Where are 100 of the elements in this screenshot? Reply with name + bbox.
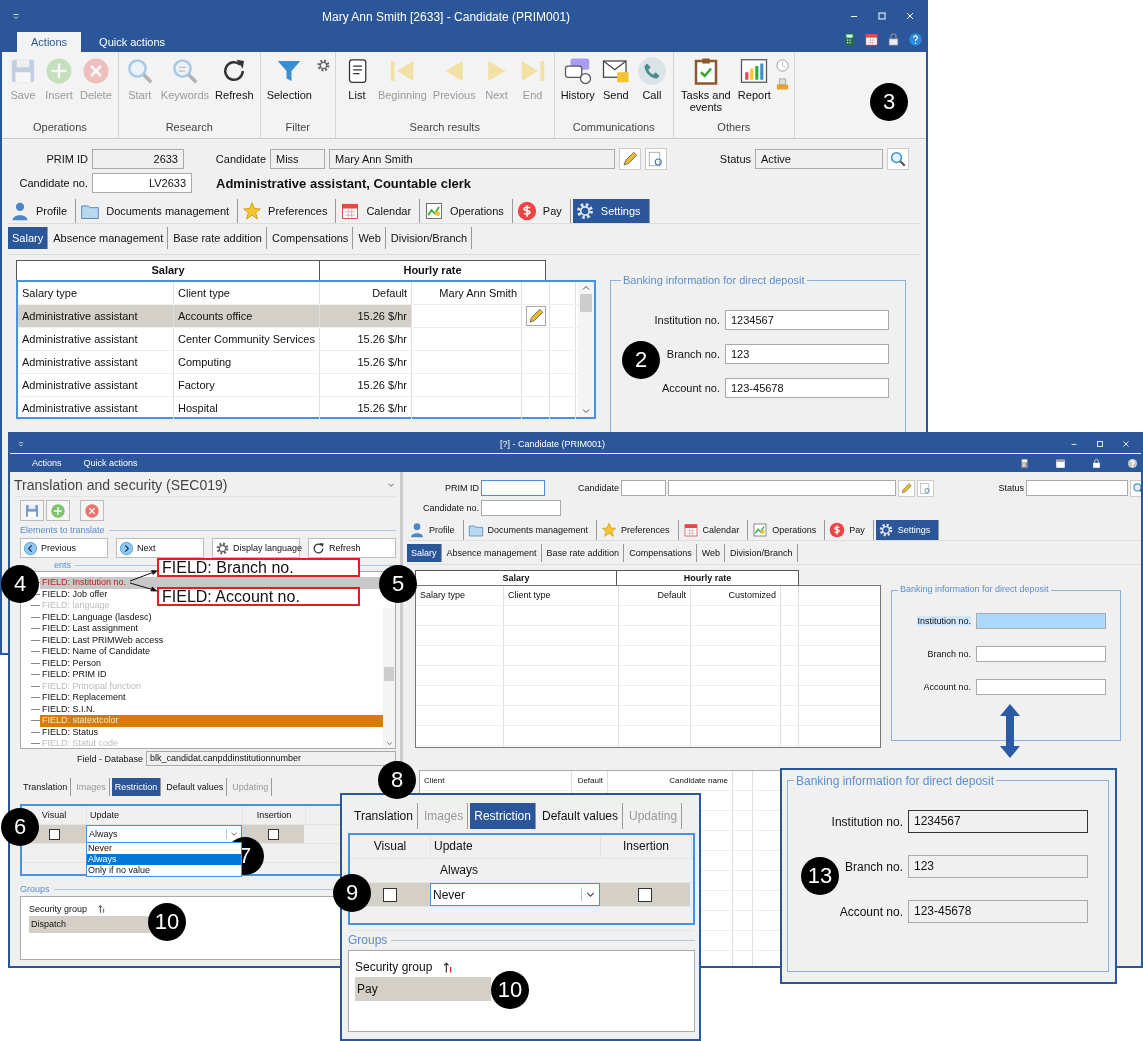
ribbon-button[interactable]: Send: [598, 56, 633, 118]
nav-button[interactable]: Next: [116, 538, 204, 558]
ribbon-button[interactable]: List: [339, 56, 374, 118]
tab[interactable]: Preferences: [240, 199, 337, 223]
ribbon-button[interactable]: Selection: [264, 56, 314, 118]
text-field[interactable]: [1026, 480, 1128, 496]
tree-item[interactable]: FIELD: Status: [40, 726, 101, 738]
tree-item[interactable]: FIELD: Job offer: [40, 588, 110, 600]
text-field[interactable]: 123-45678: [908, 900, 1088, 923]
settings-icon: [315, 58, 331, 73]
tab[interactable]: Web: [354, 227, 386, 249]
tab[interactable]: Documents management: [78, 199, 239, 223]
menu-item[interactable]: Quick actions: [83, 458, 138, 468]
tab[interactable]: Salary: [407, 544, 442, 562]
tree-item[interactable]: FIELD: Replacement: [40, 692, 128, 704]
scroll-thumb[interactable]: [580, 294, 592, 312]
scroll-thumb[interactable]: [384, 666, 394, 681]
text-field[interactable]: Mary Ann Smith: [329, 149, 615, 169]
checkbox[interactable]: [383, 887, 397, 902]
text-field[interactable]: LV2633: [92, 173, 192, 193]
tab[interactable]: Operations: [750, 520, 826, 540]
text-field[interactable]: [976, 679, 1106, 695]
text-field[interactable]: 123-45678: [725, 378, 889, 398]
tab[interactable]: Default values: [537, 803, 623, 829]
tab[interactable]: Web: [697, 544, 726, 562]
tree-item[interactable]: FIELD: Name of Candidate: [40, 646, 153, 658]
text-field[interactable]: 123: [908, 855, 1088, 878]
nav-button[interactable]: Previous: [20, 538, 108, 558]
tab[interactable]: Preferences: [599, 520, 679, 540]
text-field[interactable]: blk_candidat.canpddinstitutionnumber: [146, 751, 396, 766]
text-field[interactable]: [976, 646, 1106, 662]
ribbon-button[interactable]: History: [558, 56, 597, 118]
text-field[interactable]: Miss: [270, 149, 325, 169]
text-field[interactable]: 123: [725, 344, 889, 364]
tab[interactable]: Calendar: [338, 199, 421, 223]
tab[interactable]: Profile: [407, 520, 464, 540]
toolbar-button[interactable]: [46, 500, 70, 521]
ribbon-tab[interactable]: Quick actions: [85, 32, 180, 52]
text-field[interactable]: [668, 480, 896, 496]
text-field[interactable]: Active: [755, 149, 883, 169]
tab[interactable]: Calendar: [680, 520, 749, 540]
table-cell: Accounts office: [174, 305, 320, 327]
tab[interactable]: Pay: [514, 199, 571, 223]
tab[interactable]: Division/Branch: [726, 544, 798, 562]
tab[interactable]: Documents management: [465, 520, 598, 540]
tab[interactable]: Settings: [572, 199, 650, 223]
ribbon-button[interactable]: Call: [634, 56, 669, 118]
checkbox[interactable]: [267, 828, 279, 840]
dropdown[interactable]: Always: [86, 825, 242, 843]
checkbox[interactable]: [638, 887, 652, 902]
text-field[interactable]: 2633: [92, 149, 184, 169]
menu-item[interactable]: Actions: [32, 458, 62, 468]
text-field[interactable]: [481, 500, 561, 516]
text-field[interactable]: [976, 613, 1106, 629]
tab[interactable]: Translation: [20, 778, 72, 796]
tab[interactable]: Translation: [350, 803, 418, 829]
tree-item[interactable]: FIELD: Last assignment: [40, 623, 141, 635]
column-header: Default: [619, 586, 691, 605]
ribbon-tab[interactable]: Actions: [17, 32, 82, 52]
ribbon-button[interactable]: Tasks and events: [677, 56, 734, 118]
tree-item[interactable]: FIELD: S.I.N.: [40, 703, 97, 715]
ribbon-button[interactable]: Report: [735, 56, 773, 118]
scrollbar[interactable]: [383, 608, 395, 748]
tab[interactable]: Pay: [827, 520, 874, 540]
tree-item[interactable]: FIELD: Last PRIMWeb access: [40, 634, 166, 646]
tree-item[interactable]: FIELD: Person: [40, 657, 104, 669]
tab[interactable]: Salary: [8, 227, 49, 249]
text-field[interactable]: [621, 480, 666, 496]
table-cell: Computing: [174, 351, 320, 373]
dropdown-option[interactable]: Always: [87, 854, 241, 865]
scrollbar[interactable]: [578, 282, 594, 417]
toolbar-button[interactable]: [20, 500, 44, 521]
tab[interactable]: Base rate addition: [169, 227, 267, 249]
tab[interactable]: Restriction: [111, 778, 162, 796]
tab[interactable]: Settings: [875, 520, 940, 540]
tab[interactable]: Operations: [422, 199, 513, 223]
toolbar-button[interactable]: [80, 500, 104, 521]
table-cell[interactable]: Pay: [355, 977, 491, 1001]
table-cell[interactable]: Dispatch: [29, 916, 150, 933]
tab[interactable]: Absence management: [442, 544, 542, 562]
tab[interactable]: Profile: [8, 199, 77, 223]
text-field[interactable]: 1234567: [908, 810, 1088, 833]
tab[interactable]: Compensations: [267, 227, 354, 249]
tree-item[interactable]: FIELD: Institution no.: [40, 577, 383, 589]
tab[interactable]: Base rate addition: [542, 544, 625, 562]
tree-item[interactable]: FIELD: Language (lasdesc): [40, 611, 154, 623]
tab[interactable]: Default values: [163, 778, 228, 796]
text-field[interactable]: 1234567: [725, 310, 889, 330]
tab[interactable]: Division/Branch: [386, 227, 473, 249]
text-field[interactable]: [481, 480, 545, 496]
tree-item[interactable]: FIELD: PRIM ID: [40, 669, 109, 681]
section-label: Elements to translate: [20, 525, 105, 535]
dropdown[interactable]: Never: [430, 883, 600, 906]
tab[interactable]: Restriction: [470, 803, 536, 829]
tab[interactable]: Compensations: [625, 544, 697, 562]
nav-button[interactable]: Display language: [212, 538, 300, 558]
tab[interactable]: Absence management: [49, 227, 169, 249]
nav-button[interactable]: Refresh: [308, 538, 396, 558]
ribbon-button[interactable]: Refresh: [213, 56, 256, 118]
checkbox[interactable]: [48, 828, 60, 840]
